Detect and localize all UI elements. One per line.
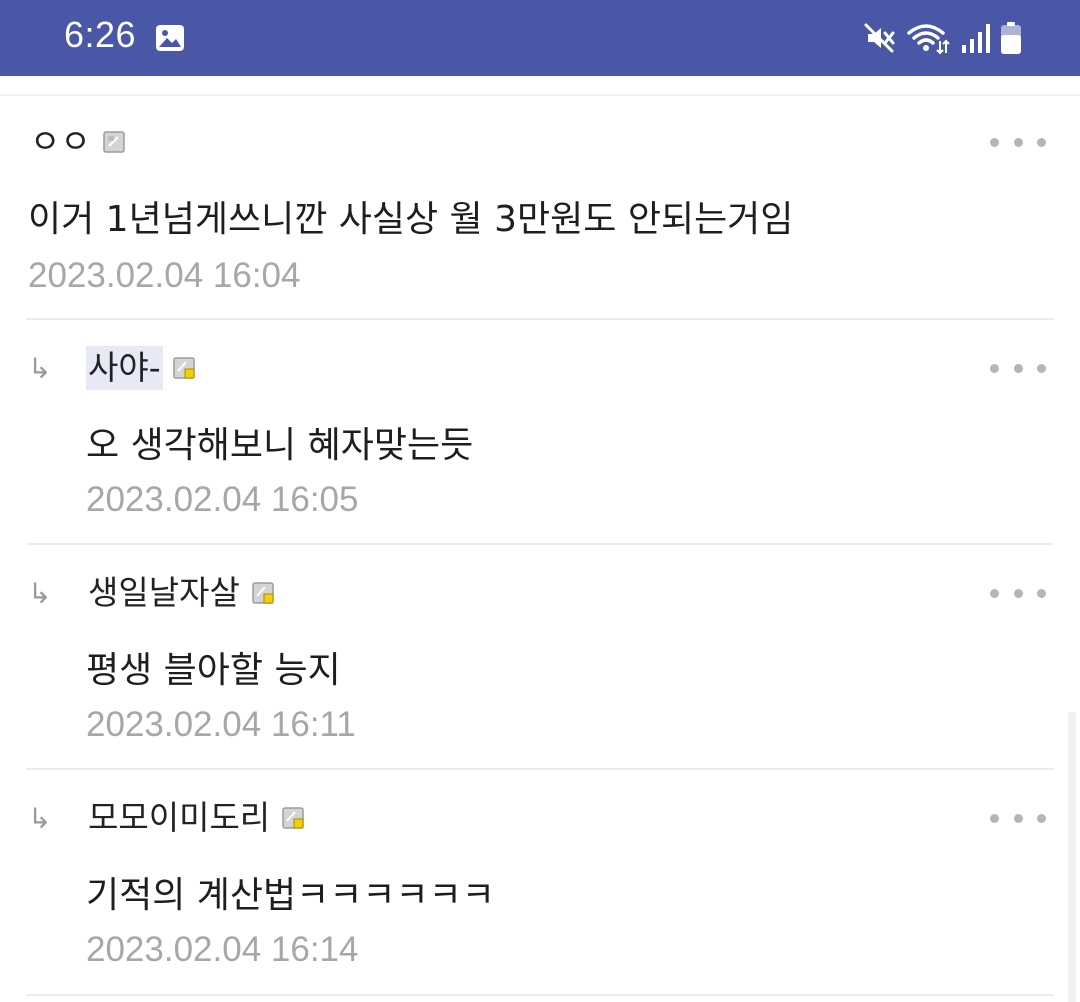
comment-body: 오 생각해보니 혜자맞는듯: [86, 425, 474, 466]
comment-author-row: ㅇㅇ: [28, 120, 125, 164]
member-nick-icon: [172, 357, 195, 379]
comment-date: 2023.02.04 16:11: [86, 705, 356, 744]
gallery-icon: [155, 24, 185, 52]
wifi-icon: [906, 21, 950, 55]
comment-date: 2023.02.04 16:04: [28, 256, 301, 295]
comment-author[interactable]: 모모이미도리: [86, 796, 272, 840]
reply-arrow-icon: ↳: [28, 352, 52, 385]
divider: [26, 994, 1054, 996]
comment-date: 2023.02.04 16:14: [86, 930, 359, 969]
member-nick-icon: [282, 807, 304, 829]
signal-icon: [960, 21, 990, 55]
status-icons: [862, 20, 1022, 56]
mute-icon: [862, 21, 896, 55]
comment-author[interactable]: 사야-: [86, 346, 163, 390]
comment-author[interactable]: ㅇㅇ: [28, 120, 93, 164]
comment-author[interactable]: 생일날자살: [86, 571, 242, 615]
comment-item: ㅇㅇ 이거 1년넘게쓰니깐 사실상 월 3만원도 안되는거임 2023.02.0…: [0, 96, 1080, 322]
status-time: 6:26: [64, 14, 137, 55]
scrollbar[interactable]: [1068, 712, 1076, 1002]
more-options-button[interactable]: [990, 356, 1046, 380]
comment-body: 기적의 계산법ㅋㅋㅋㅋㅋㅋ: [86, 875, 495, 916]
member-nick-icon: [252, 582, 274, 604]
comment-body: 이거 1년넘게쓰니깐 사실상 월 3만원도 안되는거임: [28, 199, 794, 240]
more-options-button[interactable]: [990, 806, 1046, 830]
more-options-button[interactable]: [990, 581, 1046, 605]
comment-author-row: 모모이미도리: [86, 796, 304, 840]
comment-body: 평생 블아할 능지: [86, 650, 341, 691]
reply-item: ↳ 사야- 오 생각해보니 혜자맞는듯 2023.02.04 16:05: [0, 320, 1080, 546]
reply-arrow-icon: ↳: [28, 802, 52, 835]
comment-date: 2023.02.04 16:05: [86, 480, 359, 519]
fixed-nick-icon: [102, 131, 125, 153]
more-options-button[interactable]: [990, 130, 1046, 154]
reply-arrow-icon: ↳: [28, 577, 52, 610]
reply-item: ↳ 생일날자살 평생 블아할 능지 2023.02.04 16:11: [0, 545, 1080, 771]
reply-item: ↳ 모모이미도리 기적의 계산법ㅋㅋㅋㅋㅋㅋ 2023.02.04 16:14: [0, 770, 1080, 1002]
battery-icon: [1000, 21, 1022, 55]
comment-author-row: 사야-: [86, 346, 195, 390]
status-bar: 6:26: [0, 0, 1080, 76]
comment-author-row: 생일날자살: [86, 571, 274, 615]
